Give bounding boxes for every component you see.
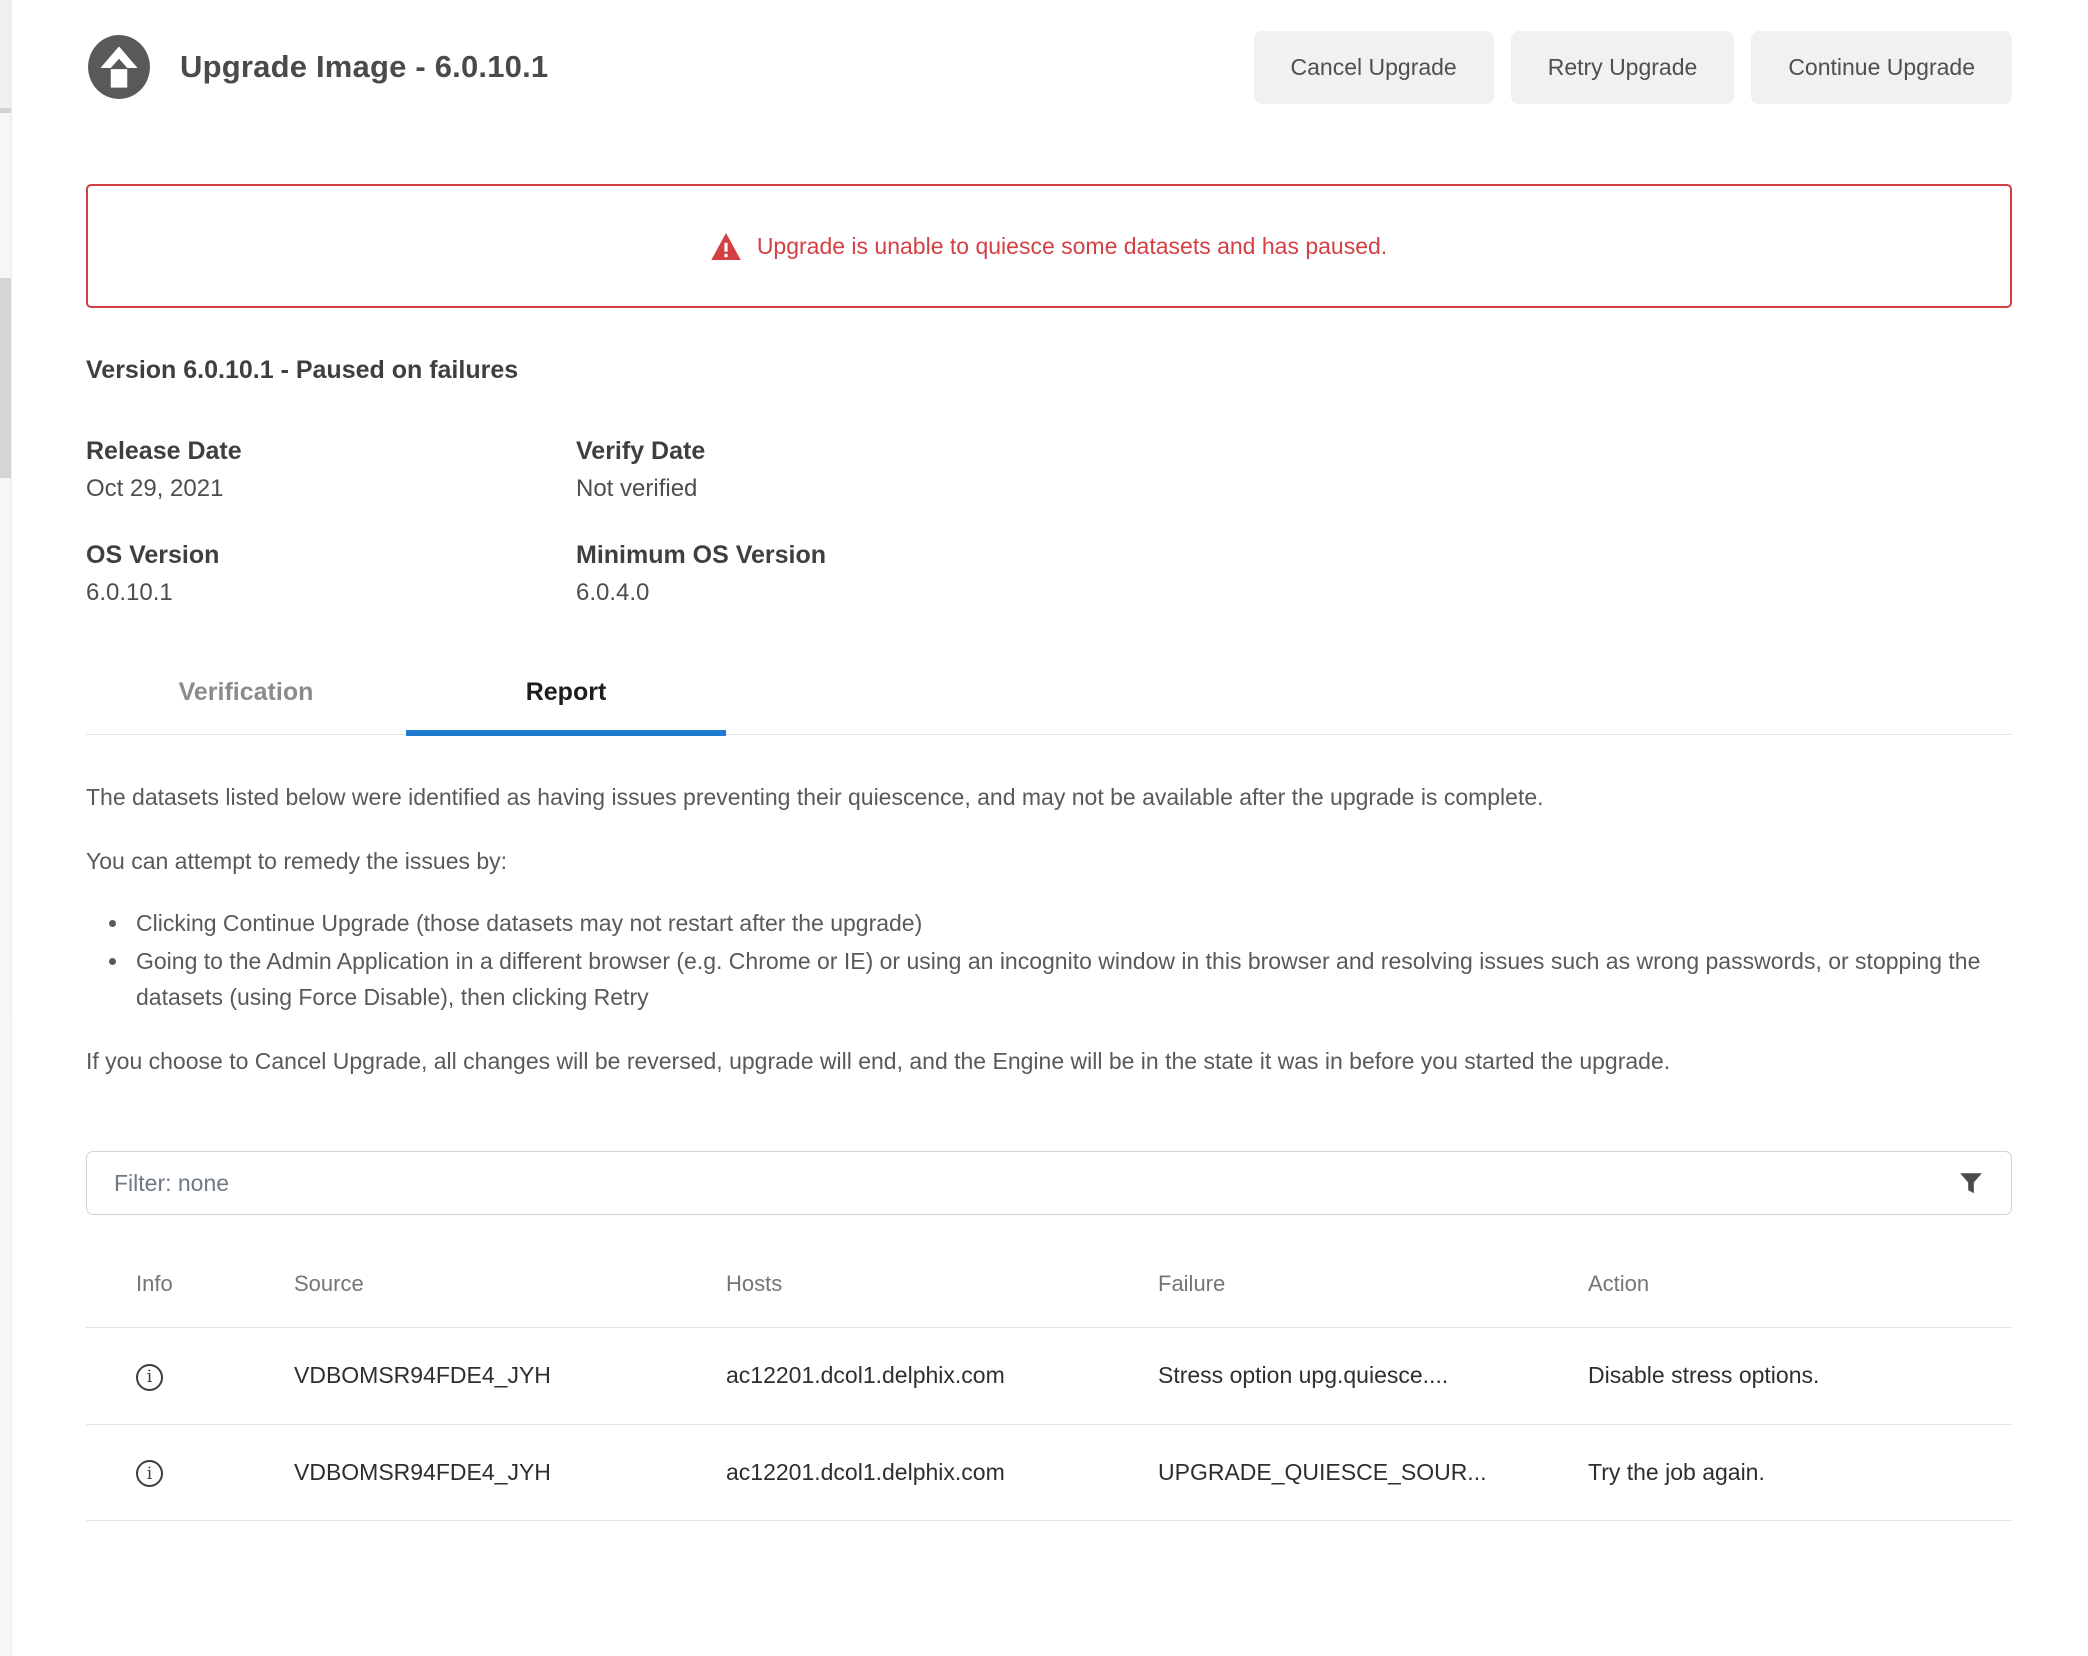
field-label: Minimum OS Version: [576, 541, 2012, 570]
filter-input[interactable]: Filter: none: [86, 1151, 2012, 1215]
info-cell: i: [86, 1328, 284, 1425]
field-minimum-os-version: Minimum OS Version 6.0.4.0: [576, 541, 2012, 607]
page-title: Upgrade Image - 6.0.10.1: [180, 49, 548, 85]
remedy-item: Going to the Admin Application in a diff…: [130, 943, 2012, 1015]
funnel-icon: [1958, 1170, 1984, 1196]
left-edge-panel: [0, 0, 12, 1656]
field-verify-date: Verify Date Not verified: [576, 437, 2012, 503]
left-edge-top-segment: [0, 0, 11, 108]
scrollbar-thumb[interactable]: [0, 278, 11, 478]
source-cell: VDBOMSR94FDE4_JYH: [284, 1328, 716, 1425]
tab-report-label: Report: [526, 678, 607, 706]
failures-table: Info Source Hosts Failure Action i VDBOM…: [86, 1239, 2012, 1521]
info-icon[interactable]: i: [136, 1364, 163, 1391]
column-header-failure: Failure: [1148, 1239, 1578, 1328]
report-intro-text: The datasets listed below were identifie…: [86, 779, 2012, 815]
hosts-cell: ac12201.dcol1.delphix.com: [716, 1328, 1148, 1425]
continue-upgrade-button[interactable]: Continue Upgrade: [1751, 31, 2012, 104]
column-header-source: Source: [284, 1239, 716, 1328]
error-banner: Upgrade is unable to quiesce some datase…: [86, 184, 2012, 308]
table-row: i VDBOMSR94FDE4_JYH ac12201.dcol1.delphi…: [86, 1328, 2012, 1425]
info-icon[interactable]: i: [136, 1460, 163, 1487]
hosts-cell: ac12201.dcol1.delphix.com: [716, 1424, 1148, 1521]
column-header-info: Info: [86, 1239, 284, 1328]
column-header-action: Action: [1578, 1239, 2012, 1328]
cancel-upgrade-button[interactable]: Cancel Upgrade: [1254, 31, 1494, 104]
table-body: i VDBOMSR94FDE4_JYH ac12201.dcol1.delphi…: [86, 1328, 2012, 1521]
error-banner-message: Upgrade is unable to quiesce some datase…: [757, 233, 1387, 260]
table-header-row: Info Source Hosts Failure Action: [86, 1239, 2012, 1328]
warning-triangle-icon: [711, 233, 741, 260]
table-row: i VDBOMSR94FDE4_JYH ac12201.dcol1.delphi…: [86, 1424, 2012, 1521]
field-value: Oct 29, 2021: [86, 475, 576, 503]
upgrade-arrow-icon: [86, 34, 152, 100]
source-cell: VDBOMSR94FDE4_JYH: [284, 1424, 716, 1521]
failure-cell: UPGRADE_QUIESCE_SOUR...: [1148, 1424, 1578, 1521]
field-label: OS Version: [86, 541, 576, 570]
table-header: Info Source Hosts Failure Action: [86, 1239, 2012, 1328]
tab-report[interactable]: Report: [406, 664, 726, 734]
filter-value: Filter: none: [114, 1170, 229, 1197]
remedy-list: Clicking Continue Upgrade (those dataset…: [86, 905, 2012, 1015]
scrollbar-track: [0, 113, 11, 1013]
failure-cell: Stress option upg.quiesce....: [1148, 1328, 1578, 1425]
field-value: 6.0.10.1: [86, 579, 576, 607]
header-actions: Cancel Upgrade Retry Upgrade Continue Up…: [1254, 31, 2012, 104]
info-cell: i: [86, 1424, 284, 1521]
action-cell: Disable stress options.: [1578, 1328, 2012, 1425]
version-fields: Release Date Oct 29, 2021 Verify Date No…: [86, 437, 2012, 607]
version-status-heading: Version 6.0.10.1 - Paused on failures: [86, 356, 2012, 385]
report-panel: The datasets listed below were identifie…: [86, 779, 2012, 1079]
retry-upgrade-button[interactable]: Retry Upgrade: [1511, 31, 1735, 104]
field-value: 6.0.4.0: [576, 579, 2012, 607]
remedy-item: Clicking Continue Upgrade (those dataset…: [130, 905, 2012, 941]
tab-bar: Verification Report: [86, 664, 2012, 735]
field-release-date: Release Date Oct 29, 2021: [86, 437, 576, 503]
field-label: Release Date: [86, 437, 576, 466]
action-cell: Try the job again.: [1578, 1424, 2012, 1521]
field-label: Verify Date: [576, 437, 2012, 466]
dialog-header: Upgrade Image - 6.0.10.1 Cancel Upgrade …: [86, 30, 2012, 104]
field-os-version: OS Version 6.0.10.1: [86, 541, 576, 607]
tab-verification[interactable]: Verification: [86, 664, 406, 734]
active-tab-indicator: [406, 730, 726, 736]
field-value: Not verified: [576, 475, 2012, 503]
upgrade-dialog: Upgrade Image - 6.0.10.1 Cancel Upgrade …: [12, 0, 2088, 1656]
column-header-hosts: Hosts: [716, 1239, 1148, 1328]
report-remedy-lead: You can attempt to remedy the issues by:: [86, 843, 2012, 879]
cancel-note-text: If you choose to Cancel Upgrade, all cha…: [86, 1043, 1966, 1079]
